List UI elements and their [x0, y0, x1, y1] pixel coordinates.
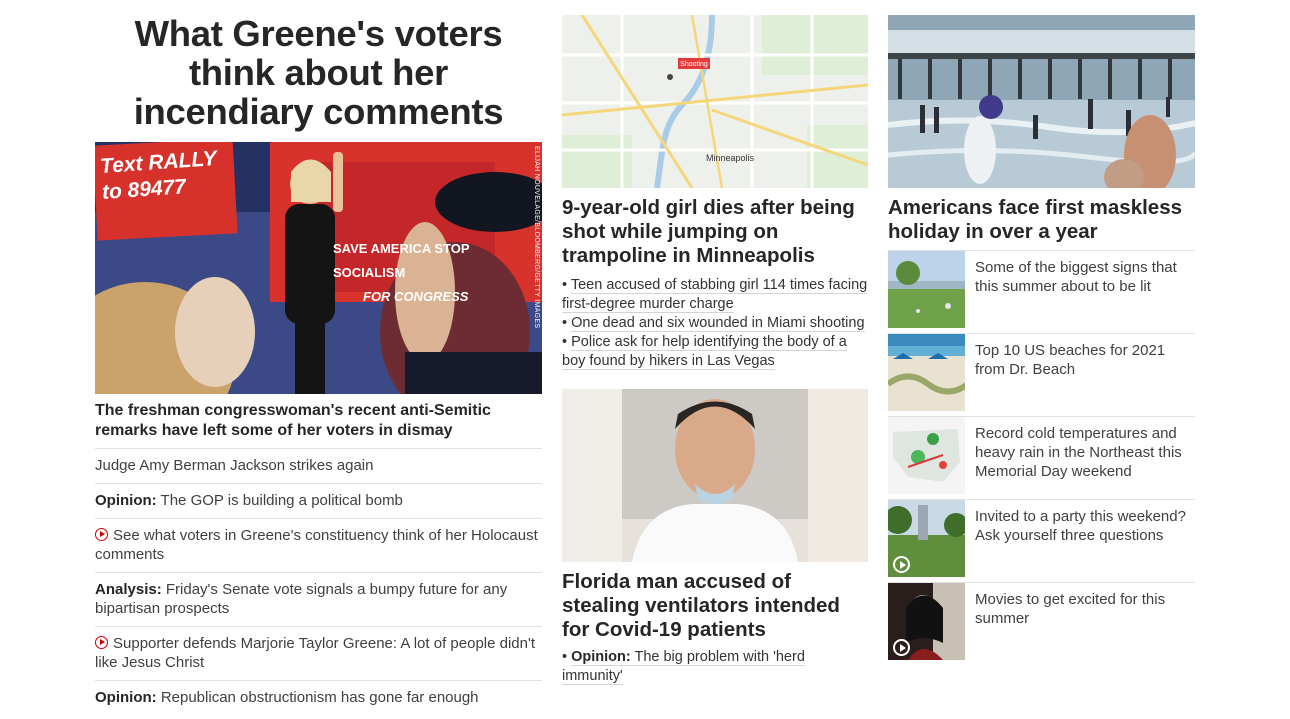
link-prefix: Analysis: [95, 581, 162, 598]
story-text: Top 10 US beaches for 2021 from Dr. Beac… [975, 342, 1166, 378]
story2-image[interactable] [562, 389, 868, 562]
rally-banner-line-2: FOR CONGRESS [363, 289, 469, 304]
story2-headline-link[interactable]: Florida man accused of stealing ventilat… [562, 570, 868, 642]
list-item[interactable]: Movies to get excited for this summer [888, 582, 1195, 665]
story-text: Movies to get excited for this summer [975, 591, 1166, 627]
beach-pier-photo [888, 15, 1195, 188]
rally-banner-line-1: SAVE AMERICA STOP SOCIALISM [333, 241, 470, 280]
lead-story-image[interactable]: Text RALLY to 89477 SAVE AMERICA STOP SO… [95, 142, 542, 394]
list-item: See what voters in Greene's constituency… [95, 518, 542, 572]
photo-credit: ELIJAH NOUVELAGE/BLOOMBERG/GETTY IMAGES [533, 146, 540, 329]
list-item: Opinion: Republican obstructionism has g… [95, 680, 542, 715]
list-item: • Teen accused of stabbing girl 114 time… [562, 277, 868, 313]
party-video-thumbnail [888, 500, 965, 577]
link-prefix: Opinion: [95, 689, 157, 706]
story2-bullets: • Opinion: The big problem with 'herd im… [562, 648, 868, 686]
play-icon [95, 636, 108, 649]
related-links-list: Judge Amy Berman Jackson strikes again O… [95, 448, 542, 715]
story-text: Some of the biggest signs that this summ… [975, 259, 1177, 295]
list-item[interactable]: Some of the biggest signs that this summ… [888, 250, 1195, 333]
col3-story-list: Some of the biggest signs that this summ… [888, 250, 1195, 665]
list-item: Analysis: Friday's Senate vote signals a… [95, 572, 542, 626]
list-item: Opinion: The GOP is building a political… [95, 483, 542, 518]
summer-signs-thumbnail [888, 251, 965, 328]
weather-map-thumbnail [888, 417, 965, 494]
bullet-link[interactable]: Teen accused of stabbing girl 114 times … [562, 277, 868, 313]
bullet-link[interactable]: One dead and six wounded in Miami shooti… [571, 315, 865, 332]
list-item: • Opinion: The big problem with 'herd im… [562, 649, 805, 685]
map-city-label: Minneapolis [706, 153, 755, 163]
list-item[interactable]: Invited to a party this weekend? Ask you… [888, 499, 1195, 582]
story-text: Invited to a party this weekend? Ask you… [975, 508, 1186, 544]
play-icon [893, 639, 910, 656]
related-link-obstructionism[interactable]: Opinion: Republican obstructionism has g… [95, 689, 479, 706]
story1-headline[interactable]: 9-year-old girl dies after being shot wh… [562, 196, 868, 268]
related-link-supporter-video[interactable]: Supporter defends Marjorie Taylor Greene… [95, 635, 535, 671]
story1-headline-link[interactable]: 9-year-old girl dies after being shot wh… [562, 196, 868, 268]
lead-caption-link[interactable]: The freshman congresswoman's recent anti… [95, 401, 542, 441]
bullet-link[interactable]: Opinion: The big problem with 'herd immu… [562, 649, 805, 685]
link-text: See what voters in Greene's constituency… [95, 527, 538, 563]
related-link-gop-bomb[interactable]: Opinion: The GOP is building a political… [95, 492, 403, 509]
related-link-judge[interactable]: Judge Amy Berman Jackson strikes again [95, 457, 373, 474]
col3-headline[interactable]: Americans face first maskless holiday in… [888, 196, 1195, 244]
col3-headline-link[interactable]: Americans face first maskless holiday in… [888, 196, 1195, 244]
list-item: Supporter defends Marjorie Taylor Greene… [95, 626, 542, 680]
street-map: Shooting Minneapolis [562, 15, 868, 188]
link-text: The GOP is building a political bomb [156, 492, 403, 509]
story1-bullets: • Teen accused of stabbing girl 114 time… [562, 276, 868, 371]
play-icon [95, 528, 108, 541]
link-prefix: Opinion: [95, 492, 157, 509]
list-item[interactable]: Record cold temperatures and heavy rain … [888, 416, 1195, 499]
movies-video-thumbnail [888, 583, 965, 660]
story2-headline[interactable]: Florida man accused of stealing ventilat… [562, 570, 868, 642]
story-text: Record cold temperatures and heavy rain … [975, 425, 1182, 480]
beaches-thumbnail [888, 334, 965, 411]
related-link-voters-video[interactable]: See what voters in Greene's constituency… [95, 527, 538, 563]
rally-sign-text: Text RALLY to 89477 [99, 146, 219, 206]
link-text: Supporter defends Marjorie Taylor Greene… [95, 635, 536, 671]
bullet-text: Teen accused of stabbing girl 114 times … [562, 277, 868, 313]
list-item: Judge Amy Berman Jackson strikes again [95, 448, 542, 483]
map-marker-label: Shooting [680, 61, 708, 68]
bullet-text: Police ask for help identifying the body… [562, 334, 847, 370]
link-text: Judge Amy Berman Jackson strikes again [95, 457, 374, 474]
lead-headline[interactable]: What Greene's voters think about her inc… [95, 14, 542, 131]
bullet-text: One dead and six wounded in Miami shooti… [571, 315, 865, 332]
lead-headline-link[interactable]: What Greene's voters think about her inc… [95, 14, 542, 131]
story1-block: 9-year-old girl dies after being shot wh… [562, 196, 868, 371]
story2-block: Florida man accused of stealing ventilat… [562, 570, 868, 686]
list-item: • Police ask for help identifying the bo… [562, 334, 847, 370]
beach-photo-link[interactable] [888, 15, 1195, 188]
list-item[interactable]: Top 10 US beaches for 2021 from Dr. Beac… [888, 333, 1195, 416]
lead-story-column: What Greene's voters think about her inc… [95, 0, 542, 706]
list-item: • One dead and six wounded in Miami shoo… [562, 315, 865, 332]
bullet-prefix: Opinion: [571, 649, 631, 665]
bullet-link[interactable]: Police ask for help identifying the body… [562, 334, 847, 370]
minneapolis-map-image[interactable]: Shooting Minneapolis [562, 15, 868, 188]
play-icon [893, 556, 910, 573]
link-text: Republican obstructionism has gone far e… [156, 689, 479, 706]
related-link-senate-vote[interactable]: Analysis: Friday's Senate vote signals a… [95, 581, 507, 617]
rally-banner-text: SAVE AMERICA STOP SOCIALISM FOR CONGRESS [333, 237, 542, 309]
man-portrait-photo [562, 389, 868, 562]
